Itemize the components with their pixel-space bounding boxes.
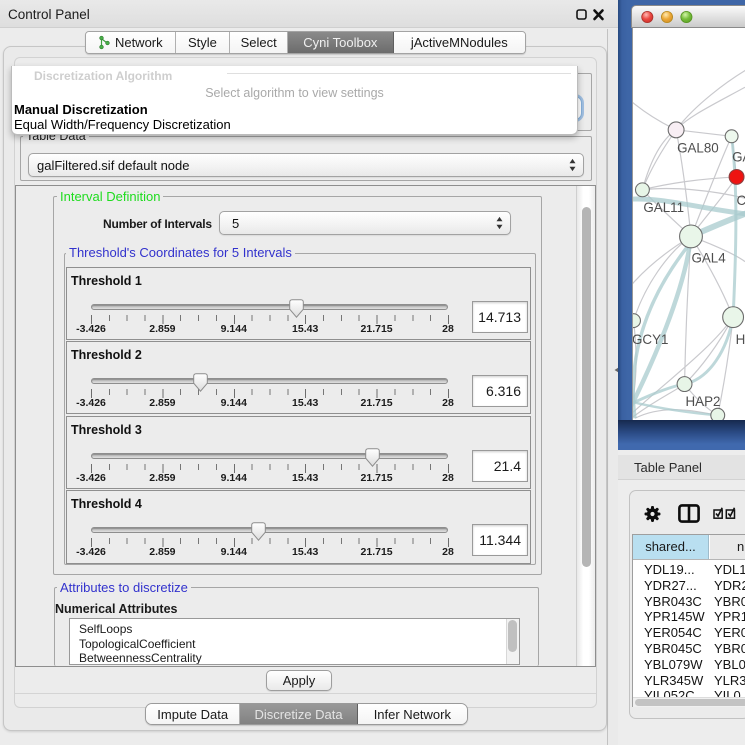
svg-text:GAL4: GAL4 [691,251,726,266]
svg-text:H: H [736,332,745,347]
svg-text:GCY1: GCY1 [632,332,668,347]
svg-text:HAP2: HAP2 [686,394,721,409]
svg-text:GAL11: GAL11 [643,200,684,215]
svg-text:C: C [737,193,745,208]
svg-text:GA: GA [732,150,745,165]
svg-text:GAL80: GAL80 [677,141,719,156]
